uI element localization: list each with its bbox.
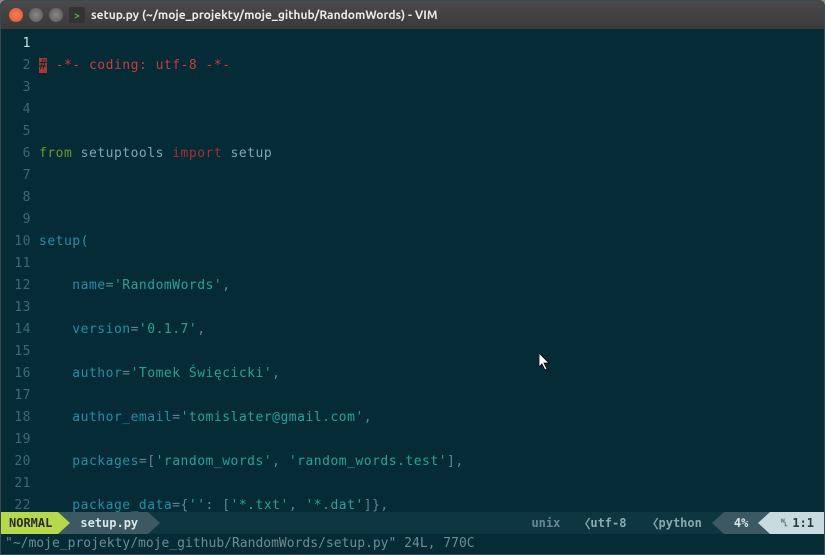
percent-segment: 4% <box>724 512 758 534</box>
fileformat-segment: unix <box>523 512 568 534</box>
encoding-segment: 〈 utf-8 <box>568 512 636 534</box>
line-number-gutter: 1 2 3 4 5 6 7 8 9 10 11 12 13 14 15 16 1… <box>1 29 39 512</box>
app-icon: > <box>69 7 85 23</box>
mode-segment: NORMAL <box>1 512 58 534</box>
window-title: setup.py (~/moje_projekty/moje_github/Ra… <box>91 9 438 22</box>
editor-window: > setup.py (~/moje_projekty/moje_github/… <box>0 0 825 555</box>
separator-icon <box>58 512 70 534</box>
separator-icon <box>148 512 160 534</box>
maximize-icon[interactable] <box>49 8 63 22</box>
statusline: NORMAL setup.py unix 〈 utf-8 〈 python 4%… <box>1 512 824 534</box>
titlebar[interactable]: > setup.py (~/moje_projekty/moje_github/… <box>1 1 824 29</box>
command-line[interactable]: "~/moje_projekty/moje_github/RandomWords… <box>1 534 824 554</box>
minimize-icon[interactable] <box>29 8 43 22</box>
close-icon[interactable] <box>9 8 23 22</box>
separator-icon <box>758 512 770 534</box>
filetype-segment: 〈 python <box>636 512 711 534</box>
separator-icon <box>712 512 724 534</box>
editor-area[interactable]: 1 2 3 4 5 6 7 8 9 10 11 12 13 14 15 16 1… <box>1 29 824 512</box>
filename-segment: setup.py <box>70 512 148 534</box>
code-content[interactable]: # -*- coding: utf-8 -*- from setuptools … <box>39 29 824 512</box>
position-segment: ␤1:1 <box>770 512 824 534</box>
